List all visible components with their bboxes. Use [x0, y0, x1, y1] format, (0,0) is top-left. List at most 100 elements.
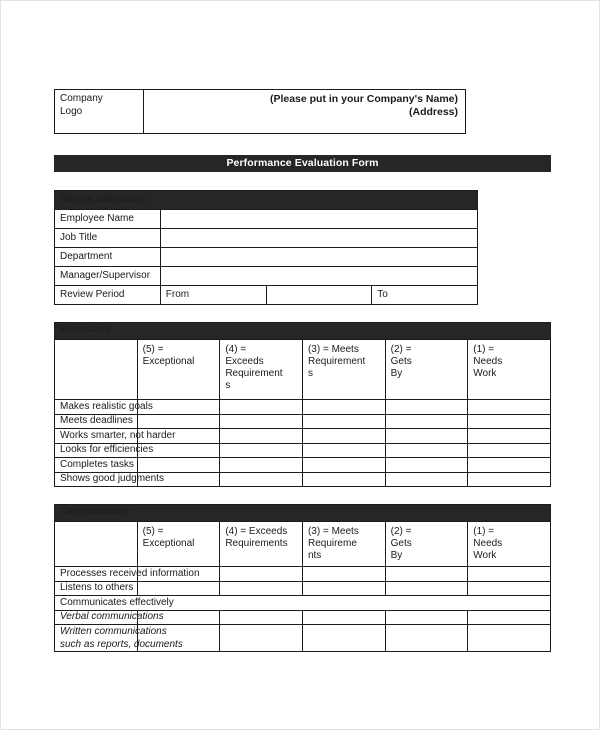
rating-cell-4[interactable] — [219, 442, 303, 458]
review-information-section: Review Information Employee Name Job Tit… — [54, 190, 551, 305]
rating-2-line3: By — [390, 550, 403, 561]
rating-5-line2: Exceptional — [142, 538, 195, 549]
review-period-from-field[interactable] — [265, 285, 373, 305]
rating-cell-1[interactable] — [467, 399, 551, 415]
rating-cell-1[interactable] — [467, 580, 551, 596]
rating-cell-2[interactable] — [384, 442, 469, 458]
rating-3-line2: Requireme — [307, 538, 357, 549]
rating-cell-3[interactable] — [301, 442, 386, 458]
company-logo-cell[interactable]: Company Logo — [54, 89, 144, 134]
rating-cell-4[interactable] — [219, 457, 303, 473]
review-information-table: Review Information Employee Name Job Tit… — [54, 190, 479, 305]
review-period-row: Review Period From To — [54, 285, 478, 305]
rating-cell-4[interactable] — [219, 624, 303, 652]
rating-cell-3[interactable] — [301, 609, 386, 625]
rating-cell-1[interactable] — [467, 457, 551, 473]
rating-column-header-2: (2) = Gets By — [384, 339, 469, 400]
letterhead-row: Company Logo (Please put in your Company… — [54, 89, 466, 134]
rating-cell-1[interactable] — [467, 442, 551, 458]
rating-cell-3[interactable] — [301, 428, 386, 444]
rating-cell-3[interactable] — [301, 624, 386, 652]
rating-cell-4[interactable] — [219, 413, 303, 429]
company-logo-label-line2: Logo — [60, 105, 83, 117]
rating-cell-1[interactable] — [467, 471, 551, 487]
rating-1-line2: Needs — [473, 356, 503, 367]
rating-column-header-3: (3) = Meets Requireme nts — [301, 521, 386, 567]
rating-4-line1: (4) = Exceeds — [225, 526, 288, 537]
rating-cell-2[interactable] — [384, 471, 469, 487]
rating-cell-2[interactable] — [384, 580, 469, 596]
department-field[interactable] — [159, 247, 479, 267]
rating-column-header-1: (1) = Needs Work — [467, 339, 551, 400]
rating-cell-5[interactable] — [136, 457, 221, 473]
rating-cell-3[interactable] — [301, 580, 386, 596]
company-name-cell[interactable]: (Please put in your Company's Name) (Add… — [143, 89, 466, 134]
rating-cell-5[interactable] — [136, 580, 221, 596]
rating-cell-4[interactable] — [219, 471, 303, 487]
rating-column-header-4: (4) = Exceeds Requirements — [219, 521, 303, 567]
rating-1-line3: Work — [473, 550, 497, 561]
rating-2-line2: Gets — [390, 356, 412, 367]
rating-4-line2: Exceeds — [225, 356, 264, 367]
rating-cell-2[interactable] — [384, 457, 469, 473]
rating-column-header-2: (2) = Gets By — [384, 521, 469, 567]
communication-header-row: Communication — [54, 504, 551, 522]
productivity-criteria-column-header — [54, 339, 138, 400]
rating-cell-4[interactable] — [219, 428, 303, 444]
rating-cell-3[interactable] — [301, 471, 386, 487]
rating-5-line1: (5) = — [142, 344, 164, 355]
rating-5-line2: Exceptional — [142, 356, 195, 367]
criterion-label: Makes realistic goals — [54, 399, 153, 415]
communication-group-heading-row: Communicates effectively — [54, 595, 551, 611]
manager-supervisor-label: Manager/Supervisor — [54, 266, 161, 286]
group-heading-communicates-effectively: Communicates effectively — [54, 595, 551, 611]
criterion-label: Completes tasks — [54, 457, 138, 473]
productivity-table: Productivity (5) = Exceptional (4) = Exc… — [54, 322, 551, 487]
rating-column-header-3: (3) = Meets Requirement s — [301, 339, 386, 400]
job-title-field[interactable] — [159, 228, 479, 248]
rating-cell-5[interactable] — [136, 413, 221, 429]
rating-4-line4: s — [225, 380, 231, 391]
rating-cell-1[interactable] — [467, 624, 551, 652]
rating-cell-1[interactable] — [467, 413, 551, 429]
rating-cell-3[interactable] — [301, 457, 386, 473]
rating-cell-1[interactable] — [467, 609, 551, 625]
rating-cell-2[interactable] — [384, 399, 469, 415]
employee-name-field[interactable] — [159, 209, 479, 229]
rating-1-line3: Work — [473, 368, 497, 379]
rating-4-line2: Requirements — [225, 538, 288, 549]
rating-cell-2[interactable] — [384, 624, 469, 652]
criterion-label: Meets deadlines — [54, 413, 138, 429]
rating-4-line3: Requirement — [225, 368, 283, 379]
rating-cell-2[interactable] — [384, 428, 469, 444]
rating-cell-2[interactable] — [384, 566, 469, 582]
productivity-column-header-row: (5) = Exceptional (4) = Exceeds Requirem… — [54, 339, 551, 400]
page-title: Performance Evaluation Form — [54, 155, 551, 172]
rating-cell-3[interactable] — [301, 566, 386, 582]
rating-cell-4[interactable] — [219, 580, 303, 596]
rating-2-line1: (2) = — [390, 526, 412, 537]
communication-section-title: Communication — [54, 504, 551, 522]
rating-cell-2[interactable] — [384, 413, 469, 429]
rating-cell-3[interactable] — [301, 399, 386, 415]
rating-cell-1[interactable] — [467, 428, 551, 444]
communication-column-header-row: (5) = Exceptional (4) = Exceeds Requirem… — [54, 521, 551, 567]
criterion-label: Looks for efficiencies — [54, 442, 153, 458]
rating-column-header-1: (1) = Needs Work — [467, 521, 551, 567]
manager-supervisor-field[interactable] — [159, 266, 479, 286]
rating-cell-4[interactable] — [219, 609, 303, 625]
rating-cell-4[interactable] — [219, 399, 303, 415]
table-row: Works smarter, not harder — [54, 428, 551, 444]
communication-section: Communication (5) = Exceptional (4) = Ex… — [54, 504, 551, 652]
sub-criterion-label: Verbal communications — [54, 609, 164, 625]
job-title-label: Job Title — [54, 228, 161, 248]
rating-cell-1[interactable] — [467, 566, 551, 582]
review-period-to-label: To — [371, 285, 478, 305]
table-row: Job Title — [54, 228, 479, 248]
rating-cell-4[interactable] — [219, 566, 303, 582]
department-label: Department — [54, 247, 161, 267]
rating-cell-2[interactable] — [384, 609, 469, 625]
sub-criterion-line1: Written communications — [60, 626, 167, 637]
table-row: Looks for efficiencies — [54, 442, 551, 458]
rating-cell-3[interactable] — [301, 413, 386, 429]
